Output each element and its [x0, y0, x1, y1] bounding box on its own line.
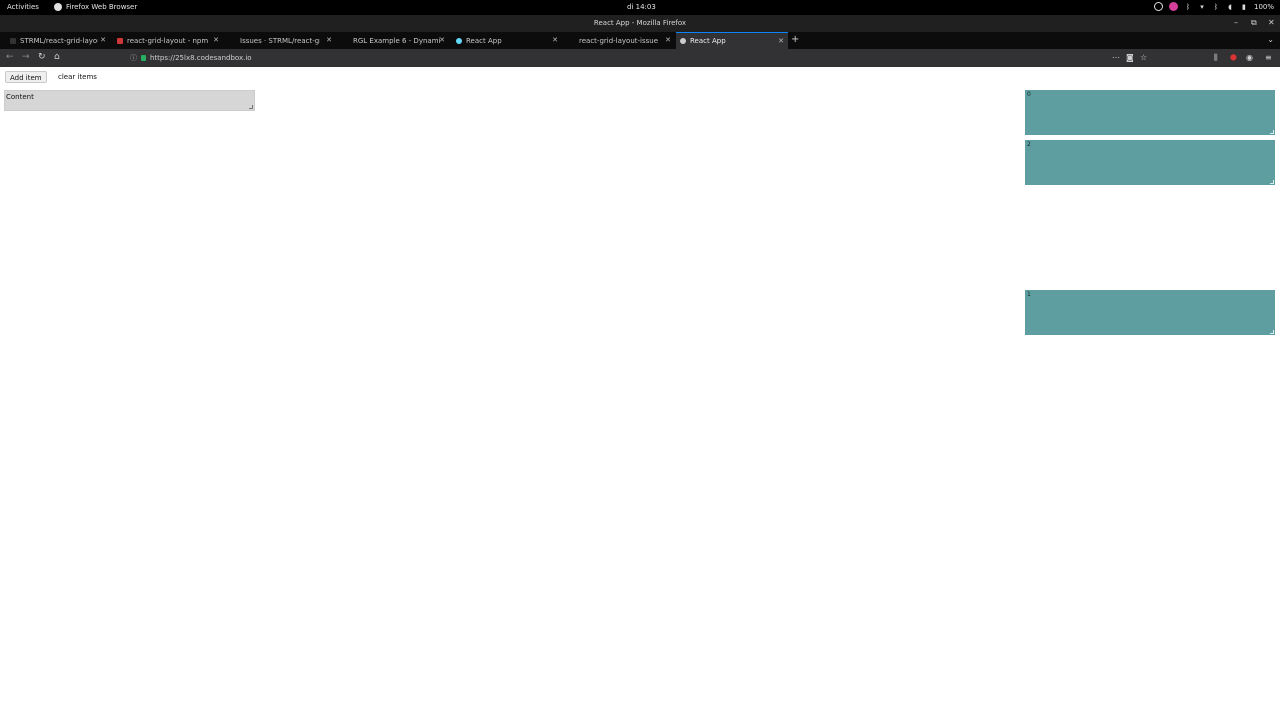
url-text[interactable]: https://25lx8.codesandbox.io: [150, 54, 252, 62]
bluetooth-icon[interactable]: ᛒ: [1184, 3, 1192, 11]
clock[interactable]: di 14:03: [627, 3, 656, 11]
npm-icon: [117, 37, 123, 44]
battery-icon[interactable]: ▮: [1240, 3, 1248, 11]
close-window-icon[interactable]: ✕: [1268, 18, 1275, 27]
grid-item-key: 2: [1027, 141, 1031, 148]
react-icon: [456, 37, 462, 44]
navigation-bar: ← → ↻ ⌂ ⓘ https://25lx8.codesandbox.io ⋯…: [0, 49, 1280, 67]
ublock-icon[interactable]: ⬢: [1230, 53, 1237, 62]
tab-4[interactable]: React App ✕: [452, 32, 562, 49]
tab-favicon: [10, 37, 16, 44]
tab-label: RGL Example 6 - Dynamic A: [353, 36, 441, 45]
tab-label: react-grid-layout - npm: [127, 36, 209, 45]
tab-label: Issues · STRML/react-gr: [240, 36, 320, 45]
minimize-icon[interactable]: –: [1234, 18, 1238, 27]
back-icon[interactable]: ←: [6, 52, 14, 62]
grid-item-1[interactable]: 1: [1025, 290, 1275, 335]
close-tab-icon[interactable]: ✕: [665, 36, 671, 44]
bookmark-star-icon[interactable]: ☆: [1140, 53, 1147, 62]
volume-icon[interactable]: ◖: [1226, 3, 1234, 11]
wifi-icon[interactable]: ▾: [1198, 3, 1206, 11]
home-icon[interactable]: ⌂: [54, 52, 60, 62]
system-top-bar: Activities Firefox Web Browser di 14:03 …: [0, 0, 1280, 15]
app-menu[interactable]: Firefox Web Browser: [54, 3, 137, 11]
tab-3[interactable]: RGL Example 6 - Dynamic A ✕: [339, 32, 449, 49]
resize-handle-icon[interactable]: [249, 105, 253, 109]
tab-label: react-grid-layout-issue: [579, 36, 659, 45]
tab-list-chevron-icon[interactable]: ⌄: [1267, 35, 1274, 44]
battery-percent: 100%: [1253, 2, 1274, 11]
tab-0[interactable]: STRML/react-grid-layout ✕: [6, 32, 110, 49]
account-icon[interactable]: ◉: [1246, 53, 1253, 62]
page-viewport: Add item clear items Content 0 2 1: [0, 67, 1280, 720]
tab-5[interactable]: react-grid-layout-issue ✕: [565, 32, 675, 49]
resize-handle-icon[interactable]: [1270, 180, 1274, 184]
resize-handle-icon[interactable]: [1270, 330, 1274, 334]
close-tab-icon[interactable]: ✕: [778, 37, 784, 45]
forward-icon[interactable]: →: [22, 52, 30, 62]
window-title: React App - Mozilla Firefox: [593, 19, 687, 27]
new-tab-icon[interactable]: +: [791, 34, 799, 45]
tab-1[interactable]: react-grid-layout - npm ✕: [113, 32, 223, 49]
firefox-icon: [54, 3, 62, 11]
address-bar[interactable]: ⓘ https://25lx8.codesandbox.io: [124, 51, 1124, 65]
grid-item-0[interactable]: 0: [1025, 90, 1275, 135]
maximize-icon[interactable]: ⧉: [1251, 18, 1257, 28]
activities-button[interactable]: Activities: [7, 3, 39, 11]
page-actions-icon[interactable]: ⋯: [1112, 53, 1120, 62]
grid-item-key: 1: [1027, 291, 1031, 298]
library-icon[interactable]: ⫼: [1214, 53, 1218, 63]
close-tab-icon[interactable]: ✕: [552, 36, 558, 44]
tab-6-active[interactable]: React App ✕: [676, 32, 788, 49]
info-icon[interactable]: ⓘ: [130, 53, 137, 63]
system-tray[interactable]: ᛒ ▾ ᛒ ◖ ▮ 100%: [1153, 2, 1274, 11]
tab-label: React App: [690, 37, 726, 45]
close-tab-icon[interactable]: ✕: [213, 36, 219, 44]
grid-item-key: 0: [1027, 91, 1031, 98]
window-title-bar: React App - Mozilla Firefox – ⧉ ✕: [0, 15, 1280, 32]
reload-icon[interactable]: ↻: [38, 52, 46, 62]
pocket-icon[interactable]: ◙: [1126, 53, 1134, 62]
codesandbox-icon: [343, 37, 349, 44]
add-item-button[interactable]: Add item: [5, 71, 47, 83]
extension-icon[interactable]: [1153, 2, 1163, 11]
tab-strip: STRML/react-grid-layout ✕ react-grid-lay…: [0, 32, 1280, 49]
close-tab-icon[interactable]: ✕: [439, 36, 445, 44]
resize-handle-icon[interactable]: [1270, 130, 1274, 134]
tab-label: STRML/react-grid-layout: [20, 36, 98, 45]
menu-icon[interactable]: ≡: [1265, 53, 1272, 62]
clear-items-button[interactable]: clear items: [54, 71, 101, 83]
grid-item-2[interactable]: 2: [1025, 140, 1275, 185]
globe-icon: [680, 38, 686, 44]
app-indicator-icon[interactable]: [1168, 2, 1178, 11]
close-tab-icon[interactable]: ✕: [100, 36, 106, 44]
app-name-label: Firefox Web Browser: [66, 3, 138, 11]
tab-2[interactable]: Issues · STRML/react-gr ✕: [226, 32, 336, 49]
close-tab-icon[interactable]: ✕: [326, 36, 332, 44]
content-panel[interactable]: Content: [4, 90, 255, 111]
content-label: Content: [6, 93, 34, 101]
bluetooth-status-icon[interactable]: ᛒ: [1212, 3, 1220, 11]
tab-label: React App: [466, 36, 502, 45]
codesandbox-icon: [569, 37, 575, 44]
lock-icon[interactable]: [141, 55, 146, 61]
github-icon: [230, 37, 236, 44]
